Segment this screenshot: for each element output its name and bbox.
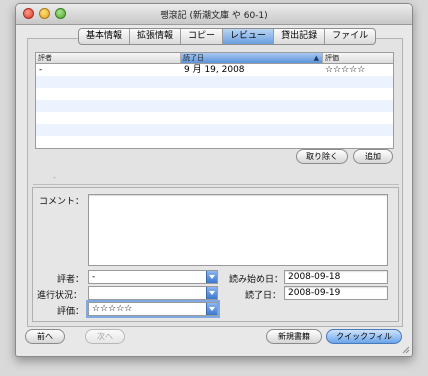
- table-header: 評者 読了日 ▲ 評価: [36, 53, 393, 64]
- column-header-date-finished[interactable]: 読了日 ▲: [181, 53, 323, 63]
- new-record-button[interactable]: 新規書籍: [266, 329, 322, 344]
- finish-date-field[interactable]: 2008-09-19: [284, 286, 388, 300]
- column-header-reviewer[interactable]: 評者: [36, 53, 181, 63]
- rating-combo[interactable]: ☆☆☆☆☆: [88, 302, 218, 316]
- reviewer-label: 評者：: [57, 275, 85, 285]
- remove-button[interactable]: 取り除く: [296, 149, 348, 164]
- popup-arrow-icon[interactable]: [206, 303, 217, 315]
- window-title: 쨍滾記 (新潮文庫 や 60-1): [160, 11, 268, 21]
- column-header-rating[interactable]: 評価: [323, 53, 393, 63]
- review-detail-box: コメント： 評者： - 進行状況： 評価： ☆☆☆☆☆ 読み始め日： 2008-: [32, 187, 399, 322]
- tab-basic-info[interactable]: 基本情報: [79, 29, 129, 44]
- sort-arrow-icon: ▲: [313, 54, 319, 62]
- tab-file[interactable]: ファイル: [324, 29, 375, 44]
- progress-label: 進行状況：: [37, 291, 83, 301]
- tab-loan-record[interactable]: 貸出記録: [273, 29, 324, 44]
- comment-textarea[interactable]: [88, 194, 388, 266]
- splitter-handle[interactable]: -: [53, 173, 56, 182]
- review-table[interactable]: 評者 読了日 ▲ 評価 - 9 月 19, 2008 ☆☆☆☆☆: [35, 52, 394, 149]
- empty-row: [36, 76, 393, 88]
- comment-label: コメント：: [39, 197, 85, 207]
- reviewer-combo[interactable]: -: [88, 270, 218, 284]
- tab-review[interactable]: レビュー: [222, 29, 274, 44]
- finish-date-label: 読了日：: [245, 291, 282, 301]
- popup-arrow-icon[interactable]: [206, 287, 217, 299]
- tab-bar: 基本情報 拡張情報 コピー レビュー 貸出記録 ファイル: [78, 28, 377, 45]
- cell-reviewer: -: [39, 65, 43, 75]
- start-date-value: 2008-09-18: [288, 272, 341, 282]
- rating-label: 評価：: [57, 307, 85, 317]
- start-date-field[interactable]: 2008-09-18: [284, 270, 388, 284]
- table-row[interactable]: - 9 月 19, 2008 ☆☆☆☆☆: [36, 64, 393, 76]
- finish-date-value: 2008-09-19: [288, 288, 341, 298]
- column-header-date-finished-label: 読了日: [183, 54, 204, 62]
- app-window: 쨍滾記 (新潮文庫 や 60-1) 評者 読了日 ▲ 評価 - 9 月 19, …: [15, 3, 413, 357]
- popup-arrow-icon[interactable]: [206, 271, 217, 283]
- title-bar[interactable]: 쨍滾記 (新潮文庫 や 60-1): [16, 4, 412, 25]
- resize-grip-icon[interactable]: [402, 346, 410, 354]
- empty-row: [36, 88, 393, 100]
- rating-value: ☆☆☆☆☆: [92, 304, 133, 314]
- previous-button[interactable]: 前へ: [25, 329, 65, 344]
- start-date-label: 読み始め日：: [229, 275, 284, 285]
- next-button[interactable]: 次へ: [85, 329, 125, 344]
- tab-content-pane: 評者 読了日 ▲ 評価 - 9 月 19, 2008 ☆☆☆☆☆ 取り除く 追加…: [27, 38, 403, 327]
- tab-copy[interactable]: コピー: [180, 29, 222, 44]
- tab-extended-info[interactable]: 拡張情報: [129, 29, 180, 44]
- empty-row: [36, 112, 393, 124]
- empty-row: [36, 100, 393, 112]
- add-button[interactable]: 追加: [353, 149, 393, 164]
- empty-row: [36, 136, 393, 148]
- splitter-divider: [33, 184, 399, 185]
- progress-combo[interactable]: [88, 286, 218, 300]
- empty-row: [36, 124, 393, 136]
- cell-rating: ☆☆☆☆☆: [325, 65, 366, 75]
- reviewer-value: -: [92, 272, 96, 282]
- cell-date-finished: 9 月 19, 2008: [184, 65, 245, 75]
- quickfill-button[interactable]: クイックフィル: [326, 329, 402, 344]
